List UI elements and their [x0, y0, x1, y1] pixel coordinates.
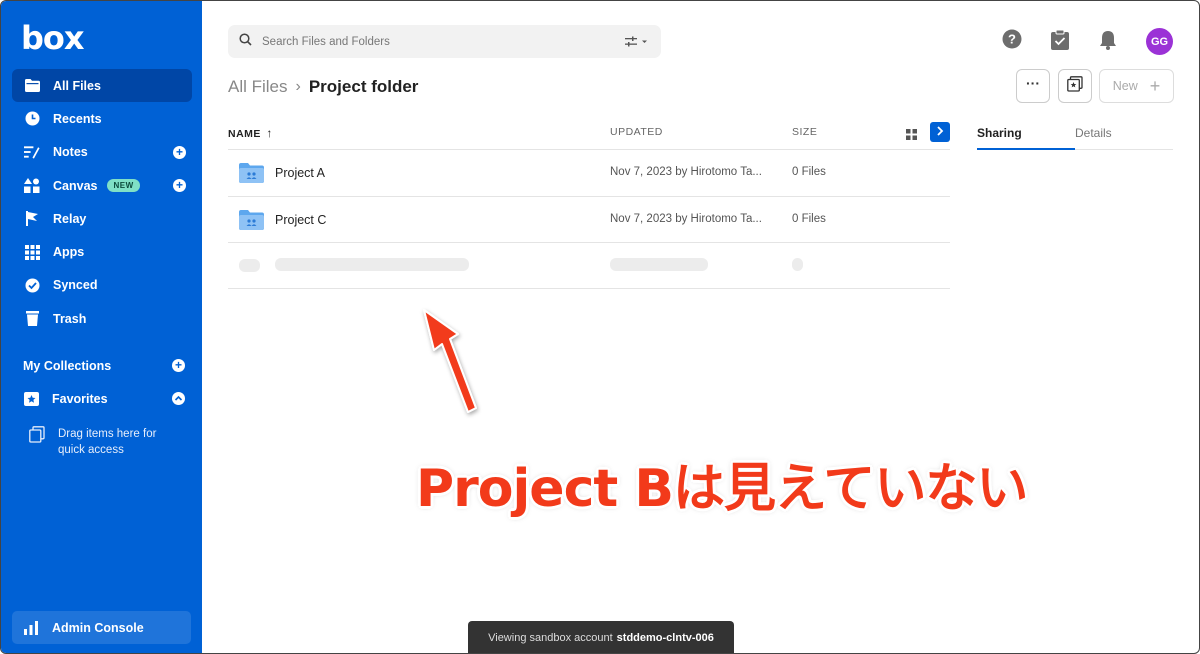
file-name[interactable]: Project A: [275, 166, 325, 180]
collapse-favorites-icon[interactable]: [172, 392, 185, 405]
star-folder-icon: [24, 392, 39, 406]
more-options-button[interactable]: ···: [1016, 69, 1050, 103]
favorites-heading[interactable]: Favorites: [24, 392, 108, 406]
column-header-updated[interactable]: UPDATED: [610, 126, 663, 138]
skeleton-updated: [610, 258, 708, 271]
side-panel-tabs: Sharing Details: [977, 126, 1173, 150]
my-collections-heading[interactable]: My Collections: [23, 359, 111, 373]
skeleton-size: [792, 258, 803, 271]
bar-chart-icon: [24, 620, 38, 635]
toast-account: stddemo-clntv-006: [616, 632, 714, 644]
sidebar-item-apps[interactable]: Apps: [12, 235, 192, 268]
help-icon[interactable]: ?: [1002, 29, 1022, 54]
grid-view-icon[interactable]: [906, 127, 917, 145]
sidebar-item-trash[interactable]: Trash: [12, 302, 192, 335]
sidebar-item-label: Trash: [53, 311, 87, 326]
divider: [228, 288, 950, 289]
table-row[interactable]: Project C Nov 7, 2023 by Hirotomo Ta... …: [228, 197, 950, 243]
avatar[interactable]: GG: [1146, 28, 1173, 55]
search-placeholder: Search Files and Folders: [262, 35, 390, 48]
sidebar: box All Files Recents Notes + Canvas NEW…: [1, 1, 202, 653]
add-canvas-icon[interactable]: +: [173, 178, 186, 192]
sidebar-item-label: Canvas: [53, 178, 98, 193]
tasks-clipboard-icon[interactable]: [1051, 29, 1069, 55]
canvas-icon: [24, 178, 40, 194]
notifications-bell-icon[interactable]: [1099, 30, 1117, 55]
relay-icon: [24, 211, 40, 227]
updated-cell: Nov 7, 2023 by Hirotomo Ta...: [610, 213, 762, 225]
skeleton-icon: [239, 259, 260, 272]
sidebar-item-synced[interactable]: Synced: [12, 269, 192, 302]
shared-folder-icon: [239, 163, 264, 188]
toast-prefix: Viewing sandbox account: [488, 632, 613, 644]
tab-sharing[interactable]: Sharing: [977, 126, 1022, 140]
table-row[interactable]: Project A Nov 7, 2023 by Hirotomo Ta... …: [228, 150, 950, 196]
collections-button[interactable]: [1058, 69, 1092, 103]
sidebar-item-label: All Files: [53, 78, 101, 93]
copy-icon: [29, 426, 45, 458]
trash-icon: [24, 311, 40, 327]
sidebar-item-recents[interactable]: Recents: [12, 102, 192, 135]
new-button[interactable]: New +: [1099, 69, 1174, 103]
search-input[interactable]: Search Files and Folders: [228, 25, 661, 58]
new-badge: NEW: [107, 179, 140, 193]
sidebar-nav: All Files Recents Notes + Canvas NEW + R…: [12, 69, 192, 335]
file-name[interactable]: Project C: [275, 213, 326, 227]
search-icon: [239, 32, 252, 51]
collection-star-icon: [1067, 75, 1083, 97]
check-circle-icon: [24, 277, 40, 293]
size-cell: 0 Files: [792, 213, 826, 225]
toggle-sidebar-button[interactable]: [930, 122, 950, 142]
drag-hint-text: Drag items here for quick access: [58, 428, 157, 456]
sidebar-item-label: Notes: [53, 145, 88, 160]
updated-cell: Nov 7, 2023 by Hirotomo Ta...: [610, 166, 762, 178]
sandbox-toast: Viewing sandbox account stddemo-clntv-00…: [468, 621, 734, 653]
sidebar-item-all-files[interactable]: All Files: [12, 69, 192, 103]
add-collection-icon[interactable]: +: [172, 359, 185, 372]
add-note-icon[interactable]: +: [173, 145, 186, 159]
folder-icon: [24, 78, 40, 94]
column-header-name[interactable]: NAME ↑: [228, 126, 273, 140]
divider: [228, 242, 950, 243]
new-button-label: New: [1112, 79, 1138, 93]
app-window: box All Files Recents Notes + Canvas NEW…: [0, 0, 1200, 654]
sidebar-item-label: Apps: [53, 245, 85, 260]
svg-text:?: ?: [1008, 32, 1016, 47]
tab-details[interactable]: Details: [1075, 126, 1112, 140]
skeleton-name: [275, 258, 469, 271]
annotation-arrow-icon: [416, 304, 486, 424]
annotation-text: Project Bは見えていない: [416, 459, 1028, 519]
box-logo[interactable]: box: [21, 19, 85, 57]
search-filter-icon[interactable]: [625, 35, 649, 53]
sidebar-item-canvas[interactable]: Canvas NEW +: [12, 169, 192, 202]
sidebar-item-label: Relay: [53, 211, 87, 226]
chevron-right-icon: ›: [295, 78, 301, 95]
sidebar-item-label: Recents: [53, 111, 102, 126]
more-options-label: ···: [1026, 75, 1040, 91]
sidebar-item-relay[interactable]: Relay: [12, 202, 192, 235]
admin-console-button[interactable]: Admin Console: [12, 611, 191, 644]
favorites-drop-zone: Drag items here for quick access: [29, 426, 178, 458]
size-cell: 0 Files: [792, 166, 826, 178]
active-tab-indicator: [977, 148, 1075, 150]
breadcrumb: All Files › Project folder: [228, 77, 418, 97]
sidebar-item-label: Synced: [53, 278, 98, 293]
breadcrumb-root[interactable]: All Files: [228, 77, 288, 97]
notes-icon: [24, 144, 40, 160]
admin-console-label: Admin Console: [52, 620, 144, 635]
apps-grid-icon: [24, 244, 40, 260]
sort-ascending-icon: ↑: [266, 126, 273, 140]
page-title: Project folder: [308, 77, 419, 96]
plus-icon: +: [1149, 75, 1161, 96]
clock-icon: [24, 111, 40, 127]
shared-folder-icon: [239, 210, 264, 235]
column-name-label: NAME: [228, 128, 261, 140]
chevron-right-icon: [936, 123, 944, 141]
column-header-size[interactable]: SIZE: [792, 126, 817, 138]
sidebar-item-notes[interactable]: Notes +: [12, 136, 192, 169]
favorites-label: Favorites: [52, 392, 108, 406]
